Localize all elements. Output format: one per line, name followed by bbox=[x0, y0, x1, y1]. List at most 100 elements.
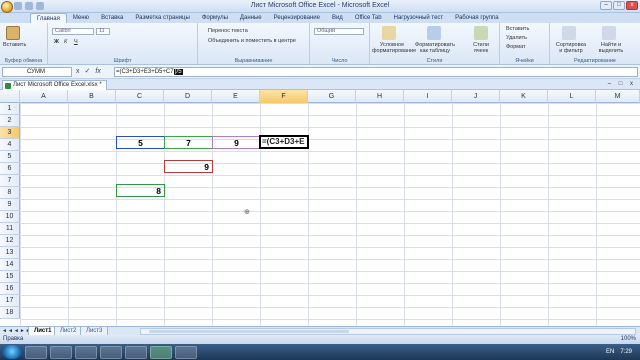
scrollbar-thumb[interactable] bbox=[149, 330, 349, 333]
ie-icon[interactable] bbox=[25, 345, 47, 359]
bold-icon[interactable]: Ж bbox=[54, 39, 59, 45]
format-table-button[interactable]: Форматировать как таблицу bbox=[414, 42, 456, 54]
column-header[interactable]: M bbox=[596, 90, 640, 103]
row-header-selected[interactable]: 3 bbox=[0, 127, 20, 139]
row-header[interactable]: 7 bbox=[0, 175, 20, 187]
sort-filter-icon[interactable] bbox=[562, 26, 576, 40]
language-indicator[interactable]: EN bbox=[606, 349, 614, 355]
cell-c3[interactable]: 5 bbox=[116, 136, 165, 149]
column-header[interactable]: K bbox=[500, 90, 548, 103]
wrap-text-button[interactable]: Перенос текста bbox=[208, 28, 248, 34]
clock[interactable]: 7:29 bbox=[620, 349, 632, 355]
row-header[interactable]: 6 bbox=[0, 163, 20, 175]
group-clipboard: Вставить Буфер обмена bbox=[0, 23, 48, 65]
firefox-icon[interactable] bbox=[100, 345, 122, 359]
delete-cells-button[interactable]: Удалить bbox=[506, 35, 527, 41]
conditional-format-icon[interactable] bbox=[382, 26, 396, 40]
row-header[interactable]: 18 bbox=[0, 307, 20, 319]
row-header[interactable]: 16 bbox=[0, 283, 20, 295]
tab-menu[interactable]: Меню bbox=[67, 13, 95, 23]
column-header[interactable]: A bbox=[20, 90, 68, 103]
number-format-combo[interactable]: Общий bbox=[314, 28, 364, 35]
media-icon[interactable] bbox=[75, 345, 97, 359]
column-header-selected[interactable]: F bbox=[260, 90, 308, 103]
explorer-icon[interactable] bbox=[50, 345, 72, 359]
format-cells-button[interactable]: Формат bbox=[506, 44, 526, 50]
font-size-combo[interactable]: 11 bbox=[96, 28, 110, 35]
row-header[interactable]: 10 bbox=[0, 211, 20, 223]
insert-cells-button[interactable]: Вставить bbox=[506, 26, 529, 32]
conditional-format-button[interactable]: Условное форматирование bbox=[372, 42, 416, 54]
start-button-icon[interactable] bbox=[2, 345, 22, 359]
cell-e3[interactable]: 9 bbox=[212, 136, 261, 149]
tab-load-test[interactable]: Нагрузочный тест bbox=[388, 13, 450, 23]
tab-data[interactable]: Данные bbox=[234, 13, 268, 23]
font-name-combo[interactable]: Calibri bbox=[52, 28, 94, 35]
row-header[interactable]: 11 bbox=[0, 223, 20, 235]
horizontal-scrollbar[interactable] bbox=[140, 328, 636, 335]
excel-taskbar-icon[interactable] bbox=[150, 345, 172, 359]
cell-d5[interactable]: 9 bbox=[164, 160, 213, 173]
italic-icon[interactable]: К bbox=[64, 39, 67, 45]
row-header[interactable]: 17 bbox=[0, 295, 20, 307]
zoom-level[interactable]: 100% bbox=[621, 335, 636, 344]
column-header[interactable]: D bbox=[164, 90, 212, 103]
row-header[interactable]: 5 bbox=[0, 151, 20, 163]
column-header[interactable]: E bbox=[212, 90, 260, 103]
maximize-button[interactable]: □ bbox=[613, 1, 625, 10]
column-header[interactable]: L bbox=[548, 90, 596, 103]
column-header[interactable]: J bbox=[452, 90, 500, 103]
enter-icon[interactable]: ✓ bbox=[85, 67, 91, 77]
document-tab[interactable]: Лист Microsoft Office Excel.xlsx * bbox=[2, 80, 107, 90]
tab-office-tab[interactable]: Office Tab bbox=[349, 13, 388, 23]
row-header[interactable]: 12 bbox=[0, 235, 20, 247]
column-header[interactable]: B bbox=[68, 90, 116, 103]
cell-styles-icon[interactable] bbox=[474, 26, 488, 40]
column-header[interactable]: H bbox=[356, 90, 404, 103]
tab-view[interactable]: Вид bbox=[326, 13, 349, 23]
find-select-button[interactable]: Найти и выделить bbox=[594, 42, 628, 54]
function-icon[interactable]: fx bbox=[95, 67, 100, 77]
tab-review[interactable]: Рецензирование bbox=[268, 13, 326, 23]
row-header[interactable]: 13 bbox=[0, 247, 20, 259]
tab-home[interactable]: Главная bbox=[30, 13, 67, 23]
find-select-icon[interactable] bbox=[602, 26, 616, 40]
row-header[interactable]: 14 bbox=[0, 259, 20, 271]
cells-area[interactable] bbox=[20, 103, 640, 326]
row-header[interactable]: 9 bbox=[0, 199, 20, 211]
minimize-button[interactable]: – bbox=[600, 1, 612, 10]
column-header[interactable]: C bbox=[116, 90, 164, 103]
app-icon[interactable] bbox=[175, 345, 197, 359]
cell-styles-button[interactable]: Стили ячеек bbox=[466, 42, 496, 54]
row-header[interactable]: 15 bbox=[0, 271, 20, 283]
column-header[interactable]: G bbox=[308, 90, 356, 103]
format-table-icon[interactable] bbox=[427, 26, 441, 40]
formula-input[interactable]: =(C3+D3+E3+D5+C7)/5 bbox=[114, 67, 638, 77]
worksheet-grid[interactable]: A B C D E F G H I J K L M 1 2 3 4 5 6 7 … bbox=[0, 90, 640, 326]
select-all-corner[interactable] bbox=[0, 90, 20, 103]
cell-c7[interactable]: 8 bbox=[116, 184, 165, 197]
column-headers: A B C D E F G H I J K L M bbox=[0, 90, 640, 103]
sort-filter-button[interactable]: Сортировка и фильтр bbox=[554, 42, 588, 54]
row-header[interactable]: 1 bbox=[0, 103, 20, 115]
document-controls[interactable]: – □ x bbox=[608, 81, 636, 87]
tab-workgroup[interactable]: Рабочая группа bbox=[449, 13, 504, 23]
row-header[interactable]: 4 bbox=[0, 139, 20, 151]
underline-icon[interactable]: Ч bbox=[74, 39, 78, 45]
cancel-icon[interactable]: x bbox=[76, 67, 80, 77]
paste-button[interactable]: Вставить bbox=[3, 42, 26, 48]
row-header[interactable]: 2 bbox=[0, 115, 20, 127]
group-label: Стили bbox=[426, 58, 443, 64]
folder-icon[interactable] bbox=[125, 345, 147, 359]
merge-center-button[interactable]: Объединить и поместить в центре bbox=[208, 38, 296, 44]
paste-icon[interactable] bbox=[6, 26, 20, 40]
cell-d3[interactable]: 7 bbox=[164, 136, 213, 149]
row-header[interactable]: 8 bbox=[0, 187, 20, 199]
tab-page-layout[interactable]: Разметка страницы bbox=[129, 13, 195, 23]
name-box[interactable]: СУММ bbox=[2, 67, 72, 77]
tab-insert[interactable]: Вставка bbox=[95, 13, 129, 23]
close-button[interactable]: x bbox=[626, 1, 638, 10]
tab-formulas[interactable]: Формулы bbox=[196, 13, 234, 23]
cell-f3-editing[interactable]: =(C3+D3+E bbox=[259, 135, 309, 149]
column-header[interactable]: I bbox=[404, 90, 452, 103]
